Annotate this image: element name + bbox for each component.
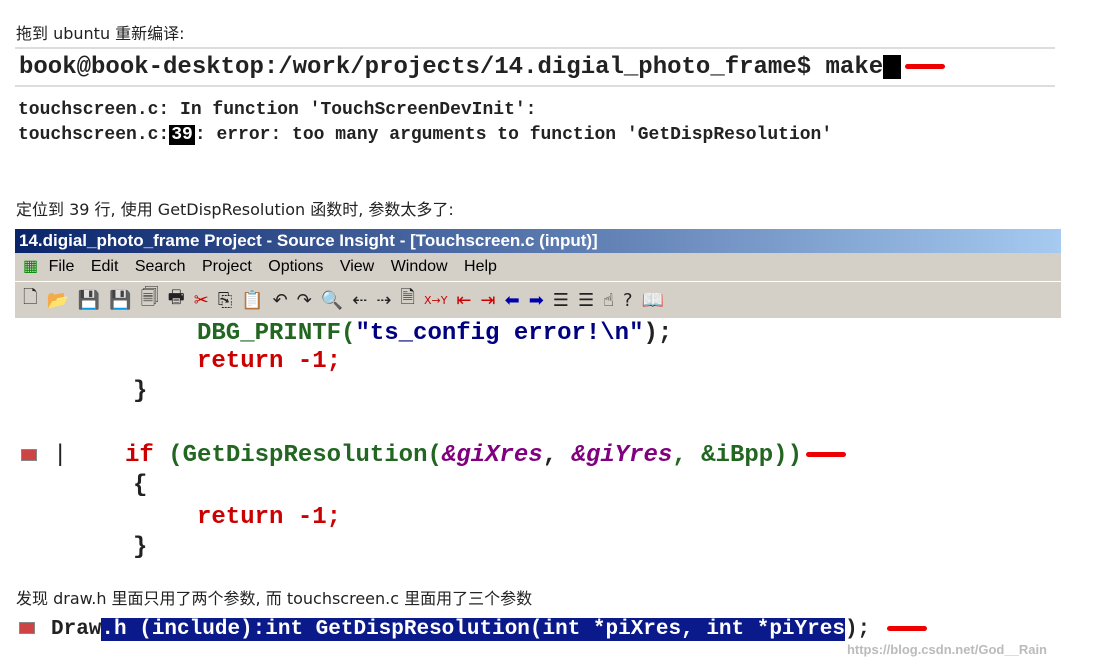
- menu-bar: ▦ File Edit Search Project Options View …: [15, 253, 1061, 281]
- search-files-icon[interactable]: 🗎: [400, 285, 414, 315]
- menu-edit[interactable]: Edit: [91, 258, 119, 275]
- error-line-number: 39: [169, 125, 195, 145]
- menu-file[interactable]: File: [49, 258, 75, 275]
- info-icon[interactable]: ?: [623, 290, 633, 311]
- bookmark-icon: [21, 448, 37, 461]
- code-line: return -1;: [197, 504, 342, 531]
- terminal-prompt: book@book-desktop:/work/projects/14.digi…: [19, 54, 884, 81]
- menu-search[interactable]: Search: [135, 258, 186, 275]
- forward-icon[interactable]: ➡: [529, 290, 544, 311]
- back-icon[interactable]: ⬅: [505, 290, 520, 311]
- find-icon[interactable]: 🔍: [321, 290, 343, 311]
- indent-icon[interactable]: ☰: [578, 290, 594, 311]
- error-file: touchscreen.c:: [18, 125, 170, 145]
- outdent-icon[interactable]: ☰: [553, 290, 569, 311]
- bookmark-icon: [19, 622, 35, 635]
- book-icon[interactable]: 📖: [642, 290, 664, 311]
- menu-view[interactable]: View: [340, 258, 374, 275]
- error-line-1: touchscreen.c: In function 'TouchScreenD…: [18, 100, 537, 120]
- code-line: | if (GetDispResolution(&giXres, &giYres…: [15, 442, 846, 469]
- bookmark-prev-icon[interactable]: ⇤: [456, 290, 471, 311]
- menu-window[interactable]: Window: [391, 258, 448, 275]
- find-next-icon[interactable]: ⇢: [376, 290, 391, 311]
- new-file-icon[interactable]: 🗋: [23, 285, 37, 315]
- menu-help[interactable]: Help: [464, 258, 497, 275]
- save-icon[interactable]: 💾: [78, 290, 100, 311]
- save-all-icon[interactable]: 💾: [109, 290, 131, 311]
- paragraph: 拖到 ubuntu 重新编译:: [16, 24, 185, 43]
- error-message: : error: too many arguments to function …: [194, 125, 833, 145]
- browse-icon[interactable]: ☝: [603, 290, 614, 311]
- terminal-screenshot: book@book-desktop:/work/projects/14.digi…: [15, 47, 1055, 87]
- app-icon: ▦: [23, 258, 39, 275]
- declaration-screenshot: Draw.h (include):int GetDispResolution(i…: [15, 615, 1055, 657]
- replace-icon[interactable]: X→Y: [424, 294, 447, 307]
- terminal-cursor: [883, 54, 902, 79]
- red-marker: [905, 64, 946, 70]
- error-line-2: touchscreen.c: 39: error: too many argume…: [18, 125, 832, 145]
- cut-icon[interactable]: ✂: [194, 290, 209, 311]
- undo-icon[interactable]: ↶: [273, 290, 288, 311]
- code-line: }: [133, 534, 148, 561]
- decl-file: Draw: [51, 618, 102, 641]
- paragraph: 定位到 39 行, 使用 GetDispResolution 函数时, 参数太多…: [16, 200, 454, 219]
- open-icon[interactable]: 📂: [46, 290, 68, 311]
- redo-icon[interactable]: ↷: [297, 290, 312, 311]
- code-line: }: [133, 378, 148, 405]
- bookmark-next-icon[interactable]: ⇥: [481, 290, 496, 311]
- code-line: DBG_PRINTF("ts_config error!\n");: [197, 320, 673, 347]
- paste-icon[interactable]: 📋: [241, 290, 263, 311]
- window-title: 14.digial_photo_frame Project - Source I…: [15, 229, 1061, 253]
- close-icon[interactable]: 🗐: [141, 285, 159, 315]
- red-marker: [886, 625, 927, 631]
- toolbar: 🗋 📂 💾 💾 🗐 🖶 ✂ ⎘ 📋 ↶ ↷ 🔍 ⇠ ⇢ 🗎 X→Y ⇤ ⇥ ⬅ ➡ ☰ ☰ ☝? 📖: [15, 281, 1061, 318]
- source-insight-screenshot: 14.digial_photo_frame Project - Source I…: [15, 229, 1061, 569]
- code-line: {: [133, 472, 148, 499]
- decl-highlight: .h (include):int GetDispResolution(int *…: [101, 618, 845, 641]
- paragraph: 发现 draw.h 里面只用了两个参数, 而 touchscreen.c 里面用…: [16, 589, 533, 608]
- copy-icon[interactable]: ⎘: [218, 290, 232, 311]
- menu-options[interactable]: Options: [268, 258, 323, 275]
- find-prev-icon[interactable]: ⇠: [352, 290, 367, 311]
- code-line: return -1;: [197, 348, 342, 375]
- menu-project[interactable]: Project: [202, 258, 252, 275]
- red-marker: [805, 452, 846, 458]
- print-icon[interactable]: 🖶: [168, 285, 185, 315]
